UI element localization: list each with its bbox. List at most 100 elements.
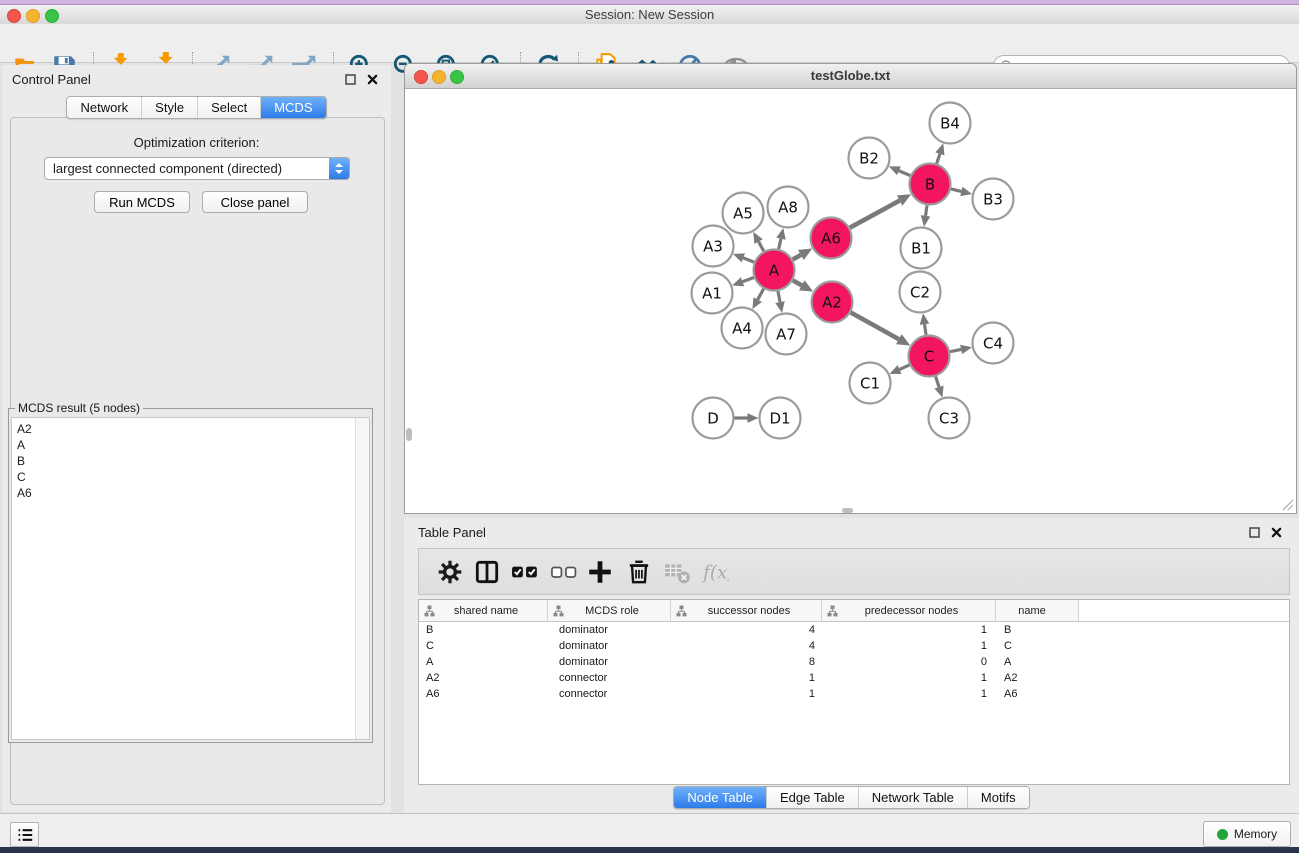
edge-A-A5[interactable] (759, 242, 764, 252)
table-cell[interactable]: 1 (671, 688, 822, 700)
table-cell[interactable]: A (996, 656, 1079, 668)
float-panel-icon[interactable] (344, 73, 357, 86)
mcds-result-item[interactable]: A (12, 437, 369, 453)
table-cell[interactable]: connector (548, 688, 671, 700)
column-header-shared-name[interactable]: shared name (419, 600, 548, 621)
network-window-title: testGlobe.txt (405, 68, 1296, 83)
network-view-window: testGlobe.txt AA1A2A3A4A5A6A7A8BB1B2B3B4… (404, 63, 1297, 514)
table-cell[interactable]: B (419, 624, 548, 636)
result-list-scrollbar[interactable] (355, 418, 369, 739)
edge-C-C3[interactable] (936, 376, 939, 387)
edge-C-C2[interactable] (925, 324, 926, 335)
close-panel-button[interactable]: Close panel (202, 191, 308, 213)
tab-motifs[interactable]: Motifs (967, 787, 1029, 808)
table-cell[interactable]: dominator (548, 624, 671, 636)
tab-edge-table[interactable]: Edge Table (766, 787, 858, 808)
tab-network[interactable]: Network (67, 97, 141, 118)
table-row[interactable]: A2connector11A2 (419, 670, 1289, 686)
edge-B-B3[interactable] (951, 189, 961, 191)
table-cell[interactable]: 1 (671, 672, 822, 684)
graph-node-label-A6: A6 (821, 229, 841, 247)
run-mcds-button[interactable]: Run MCDS (94, 191, 190, 213)
table-cell[interactable]: A6 (419, 688, 548, 700)
edge-A6-B[interactable] (850, 201, 900, 228)
column-header-successor-nodes[interactable]: successor nodes (671, 600, 822, 621)
edge-A-A1[interactable] (742, 277, 753, 281)
table-cell[interactable]: 1 (822, 640, 996, 652)
table-cell[interactable]: 4 (671, 640, 822, 652)
table-cell[interactable]: dominator (548, 640, 671, 652)
table-row[interactable]: A6connector11A6 (419, 686, 1289, 702)
mcds-result-item[interactable]: C (12, 469, 369, 485)
table-row[interactable]: Cdominator41C (419, 638, 1289, 654)
table-settings-icon[interactable] (436, 558, 464, 586)
tab-style[interactable]: Style (141, 97, 197, 118)
mcds-result-item[interactable]: B (12, 453, 369, 469)
delete-table-icon (663, 558, 691, 586)
table-cell[interactable]: C (996, 640, 1079, 652)
table-cell[interactable]: 8 (671, 656, 822, 668)
table-cell[interactable]: connector (548, 672, 671, 684)
table-cell[interactable]: A6 (996, 688, 1079, 700)
table-row[interactable]: Bdominator41B (419, 622, 1289, 638)
edge-B-B1[interactable] (926, 205, 927, 216)
close-panel-icon[interactable] (366, 73, 379, 86)
desktop-strip (0, 847, 1299, 853)
table-cell[interactable]: 1 (822, 624, 996, 636)
network-graph-canvas[interactable]: AA1A2A3A4A5A6A7A8BB1B2B3B4CC1C2C3C4DD1 (406, 88, 1297, 513)
column-header-MCDS-role[interactable]: MCDS role (548, 600, 671, 621)
table-panel: Table Panel f(x) shared nameMCDS rolesuc… (404, 518, 1299, 813)
tab-mcds[interactable]: MCDS (260, 97, 325, 118)
tab-node-table[interactable]: Node Table (674, 787, 766, 808)
edge-A2-C[interactable] (851, 312, 899, 339)
edge-A-A2[interactable] (793, 280, 802, 285)
table-cell[interactable]: 1 (822, 688, 996, 700)
close-table-panel-icon[interactable] (1270, 526, 1283, 539)
network-hscrollbar-thumb[interactable] (842, 508, 853, 513)
mcds-result-item[interactable]: A6 (12, 485, 369, 501)
column-header-name[interactable]: name (996, 600, 1079, 621)
toggle-panel-icon[interactable] (473, 558, 501, 586)
float-table-panel-icon[interactable] (1248, 526, 1261, 539)
edge-C-C1[interactable] (900, 365, 910, 370)
mcds-result-list[interactable]: A2ABCA6 (11, 417, 370, 740)
tab-select[interactable]: Select (197, 97, 260, 118)
table-cell[interactable]: A (419, 656, 548, 668)
edge-A-A3[interactable] (743, 258, 754, 262)
table-cell[interactable]: A2 (419, 672, 548, 684)
table-cell[interactable]: C (419, 640, 548, 652)
mcds-result-item[interactable]: A2 (12, 421, 369, 437)
graph-node-label-C2: C2 (910, 283, 930, 301)
status-menu-button[interactable] (10, 822, 39, 847)
edge-A-A6[interactable] (793, 255, 801, 260)
delete-column-icon[interactable] (625, 558, 653, 586)
deselect-all-icon[interactable] (547, 558, 581, 586)
window-resize-grip[interactable] (1282, 499, 1294, 511)
table-row[interactable]: Adominator80A (419, 654, 1289, 670)
tab-network-table[interactable]: Network Table (858, 787, 967, 808)
network-window-titlebar[interactable]: testGlobe.txt (405, 64, 1296, 89)
table-cell[interactable]: B (996, 624, 1079, 636)
network-vscrollbar-thumb[interactable] (406, 428, 412, 441)
table-cell[interactable]: 0 (822, 656, 996, 668)
edge-B-B4[interactable] (937, 154, 940, 164)
memory-button[interactable]: Memory (1203, 821, 1291, 847)
graph-node-label-A2: A2 (822, 293, 842, 311)
edge-B-B2[interactable] (899, 171, 910, 176)
select-all-icon[interactable] (508, 558, 542, 586)
graph-node-label-A4: A4 (732, 319, 752, 337)
edge-arrowhead (921, 215, 931, 227)
table-cell[interactable]: dominator (548, 656, 671, 668)
table-cell[interactable]: 4 (671, 624, 822, 636)
column-header-predecessor-nodes[interactable]: predecessor nodes (822, 600, 996, 621)
session-title: Session: New Session (0, 7, 1299, 22)
application-window: Session: New Session Control Panel Netwo… (0, 0, 1299, 853)
edge-A-A8[interactable] (779, 239, 781, 249)
criterion-dropdown[interactable]: largest connected component (directed) (44, 157, 350, 180)
edge-C-C4[interactable] (950, 349, 961, 351)
edge-A-A4[interactable] (758, 289, 764, 300)
edge-A-A7[interactable] (778, 291, 780, 302)
table-cell[interactable]: 1 (822, 672, 996, 684)
table-cell[interactable]: A2 (996, 672, 1079, 684)
add-column-icon[interactable] (586, 558, 614, 586)
